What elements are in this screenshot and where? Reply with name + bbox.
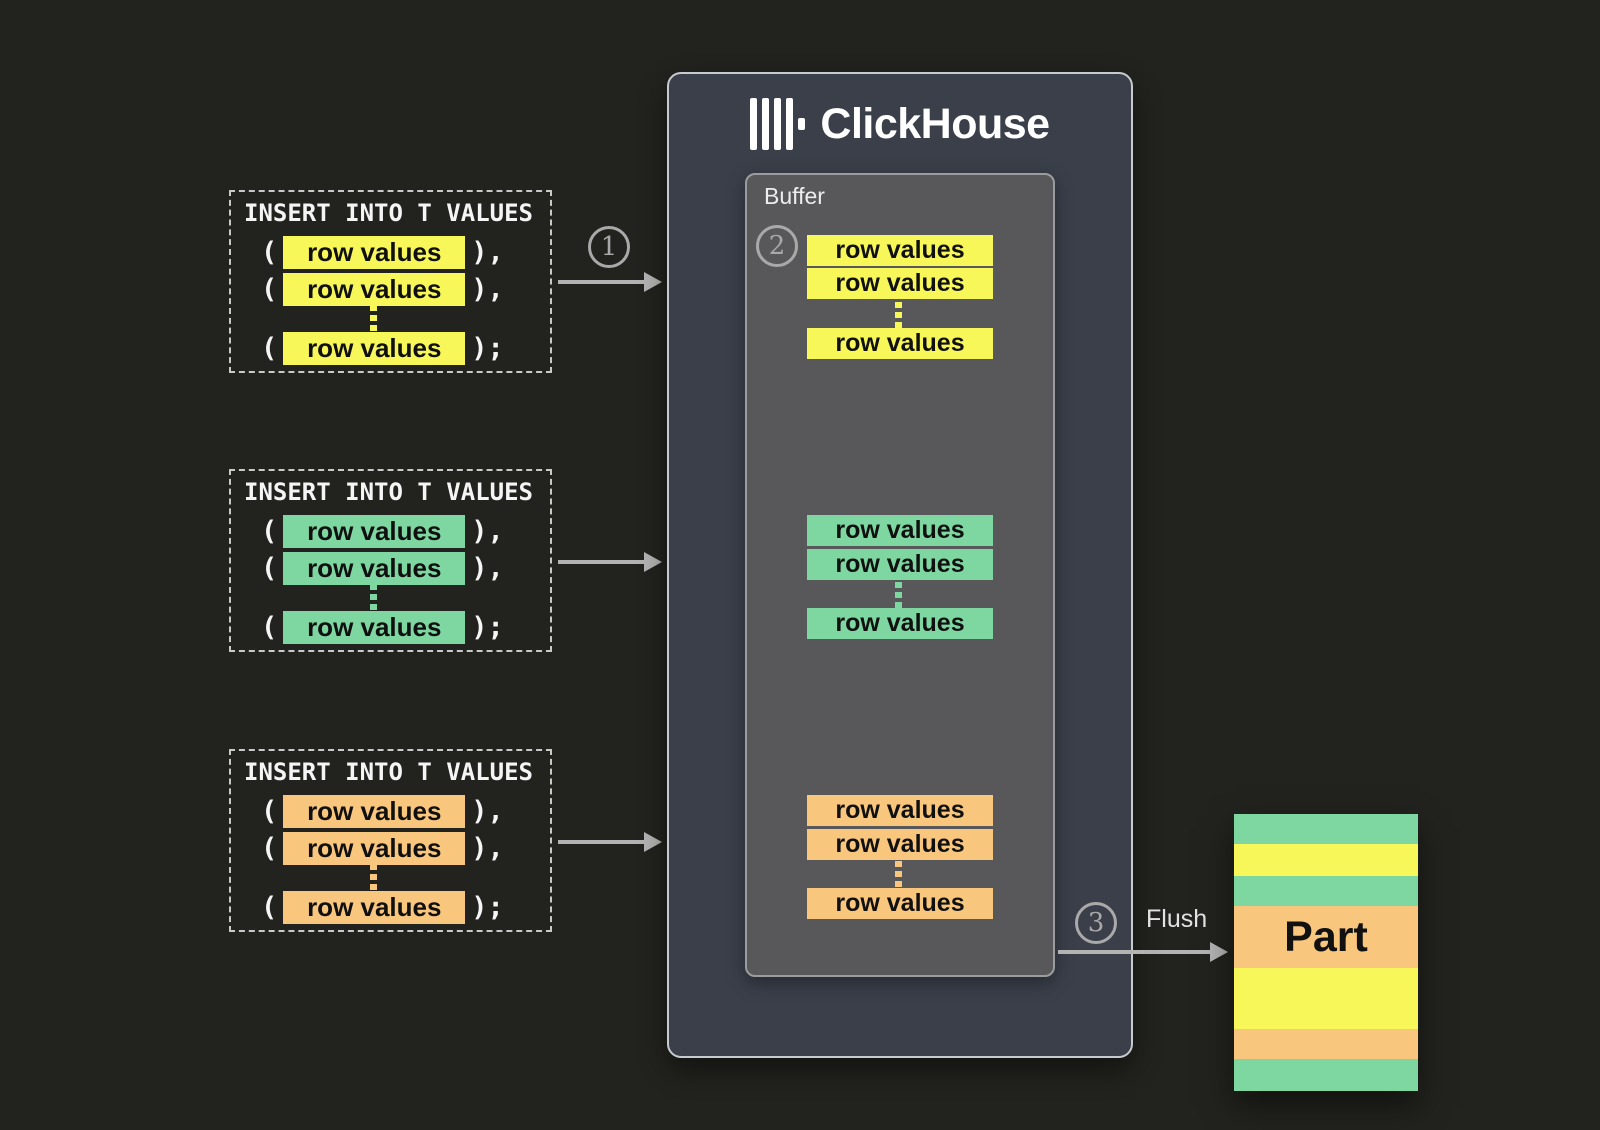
arrow-3-head-icon: [644, 832, 662, 852]
close-paren-comma: ),: [471, 274, 504, 305]
insert-row-line: ( row values ),: [261, 831, 504, 865]
insert-row-line: ( row values );: [261, 890, 504, 924]
buffer-row: row values: [807, 888, 993, 919]
buffer-row: row values: [807, 829, 993, 860]
insert-row-line: ( row values ),: [261, 514, 504, 548]
close-paren-comma: ),: [471, 516, 504, 547]
insert-row-line: ( row values ),: [261, 272, 504, 306]
arrow-3-line: [558, 840, 644, 844]
step-1-badge: 1: [588, 226, 630, 268]
flush-arrow-head-icon: [1210, 942, 1228, 962]
row-values-chip: row values: [283, 332, 465, 365]
insert-statement-block-2: INSERT INTO T VALUES ( row values ), ( r…: [229, 469, 552, 652]
clickhouse-logo-icon: [750, 98, 805, 150]
close-paren-comma: ),: [471, 553, 504, 584]
arrow-1-line: [558, 280, 644, 284]
open-paren: (: [261, 237, 277, 268]
buffer-row: row values: [807, 515, 993, 546]
step-2-badge: 2: [756, 225, 798, 267]
arrow-2-head-icon: [644, 552, 662, 572]
buffer-row: row values: [807, 328, 993, 359]
row-values-chip: row values: [283, 515, 465, 548]
diagram-canvas: INSERT INTO T VALUES ( row values ), ( r…: [0, 0, 1600, 1130]
flush-arrow-line: [1058, 950, 1210, 954]
open-paren: (: [261, 892, 277, 923]
step-3-badge: 3: [1075, 902, 1117, 944]
part-stripe: [1234, 1059, 1418, 1091]
row-values-chip: row values: [283, 891, 465, 924]
insert-title: INSERT INTO T VALUES: [244, 199, 533, 227]
open-paren: (: [261, 612, 277, 643]
insert-statement-block-3: INSERT INTO T VALUES ( row values ), ( r…: [229, 749, 552, 932]
ellipsis-dots-icon: [895, 582, 902, 608]
ellipsis-dots-icon: [370, 584, 377, 610]
part-stripe: [1234, 876, 1418, 906]
buffer-row: row values: [807, 795, 993, 826]
buffer-row: row values: [807, 268, 993, 299]
row-values-chip: row values: [283, 795, 465, 828]
open-paren: (: [261, 333, 277, 364]
arrow-2-line: [558, 560, 644, 564]
arrow-1-head-icon: [644, 272, 662, 292]
part-stripe: [1234, 844, 1418, 876]
ellipsis-dots-icon: [370, 864, 377, 890]
row-values-chip: row values: [283, 611, 465, 644]
close-paren-comma: ),: [471, 237, 504, 268]
ellipsis-dots-icon: [895, 302, 902, 328]
row-values-chip: row values: [283, 832, 465, 865]
open-paren: (: [261, 553, 277, 584]
insert-row-line: ( row values );: [261, 331, 504, 365]
insert-row-line: ( row values ),: [261, 235, 504, 269]
close-paren-semicolon: );: [471, 892, 504, 923]
close-paren-comma: ),: [471, 796, 504, 827]
clickhouse-title: ClickHouse: [820, 100, 1049, 149]
buffer-row: row values: [807, 549, 993, 580]
insert-statement-block-1: INSERT INTO T VALUES ( row values ), ( r…: [229, 190, 552, 373]
part-label: Part: [1234, 906, 1418, 968]
row-values-chip: row values: [283, 273, 465, 306]
ellipsis-dots-icon: [895, 861, 902, 887]
open-paren: (: [261, 516, 277, 547]
insert-row-line: ( row values ),: [261, 551, 504, 585]
open-paren: (: [261, 833, 277, 864]
insert-title: INSERT INTO T VALUES: [244, 478, 533, 506]
close-paren-semicolon: );: [471, 333, 504, 364]
row-values-chip: row values: [283, 552, 465, 585]
buffer-row: row values: [807, 235, 993, 266]
clickhouse-header: ClickHouse: [669, 98, 1131, 150]
ellipsis-dots-icon: [370, 305, 377, 331]
buffer-label: Buffer: [764, 183, 825, 210]
close-paren-comma: ),: [471, 833, 504, 864]
part-stripe: [1234, 814, 1418, 844]
row-values-chip: row values: [283, 236, 465, 269]
part-box: Part: [1234, 814, 1418, 1091]
part-stripe: [1234, 968, 1418, 1029]
insert-row-line: ( row values ),: [261, 794, 504, 828]
open-paren: (: [261, 274, 277, 305]
buffer-row: row values: [807, 608, 993, 639]
insert-title: INSERT INTO T VALUES: [244, 758, 533, 786]
close-paren-semicolon: );: [471, 612, 504, 643]
part-stripe: [1234, 1029, 1418, 1059]
insert-row-line: ( row values );: [261, 610, 504, 644]
open-paren: (: [261, 796, 277, 827]
flush-label: Flush: [1146, 905, 1207, 934]
